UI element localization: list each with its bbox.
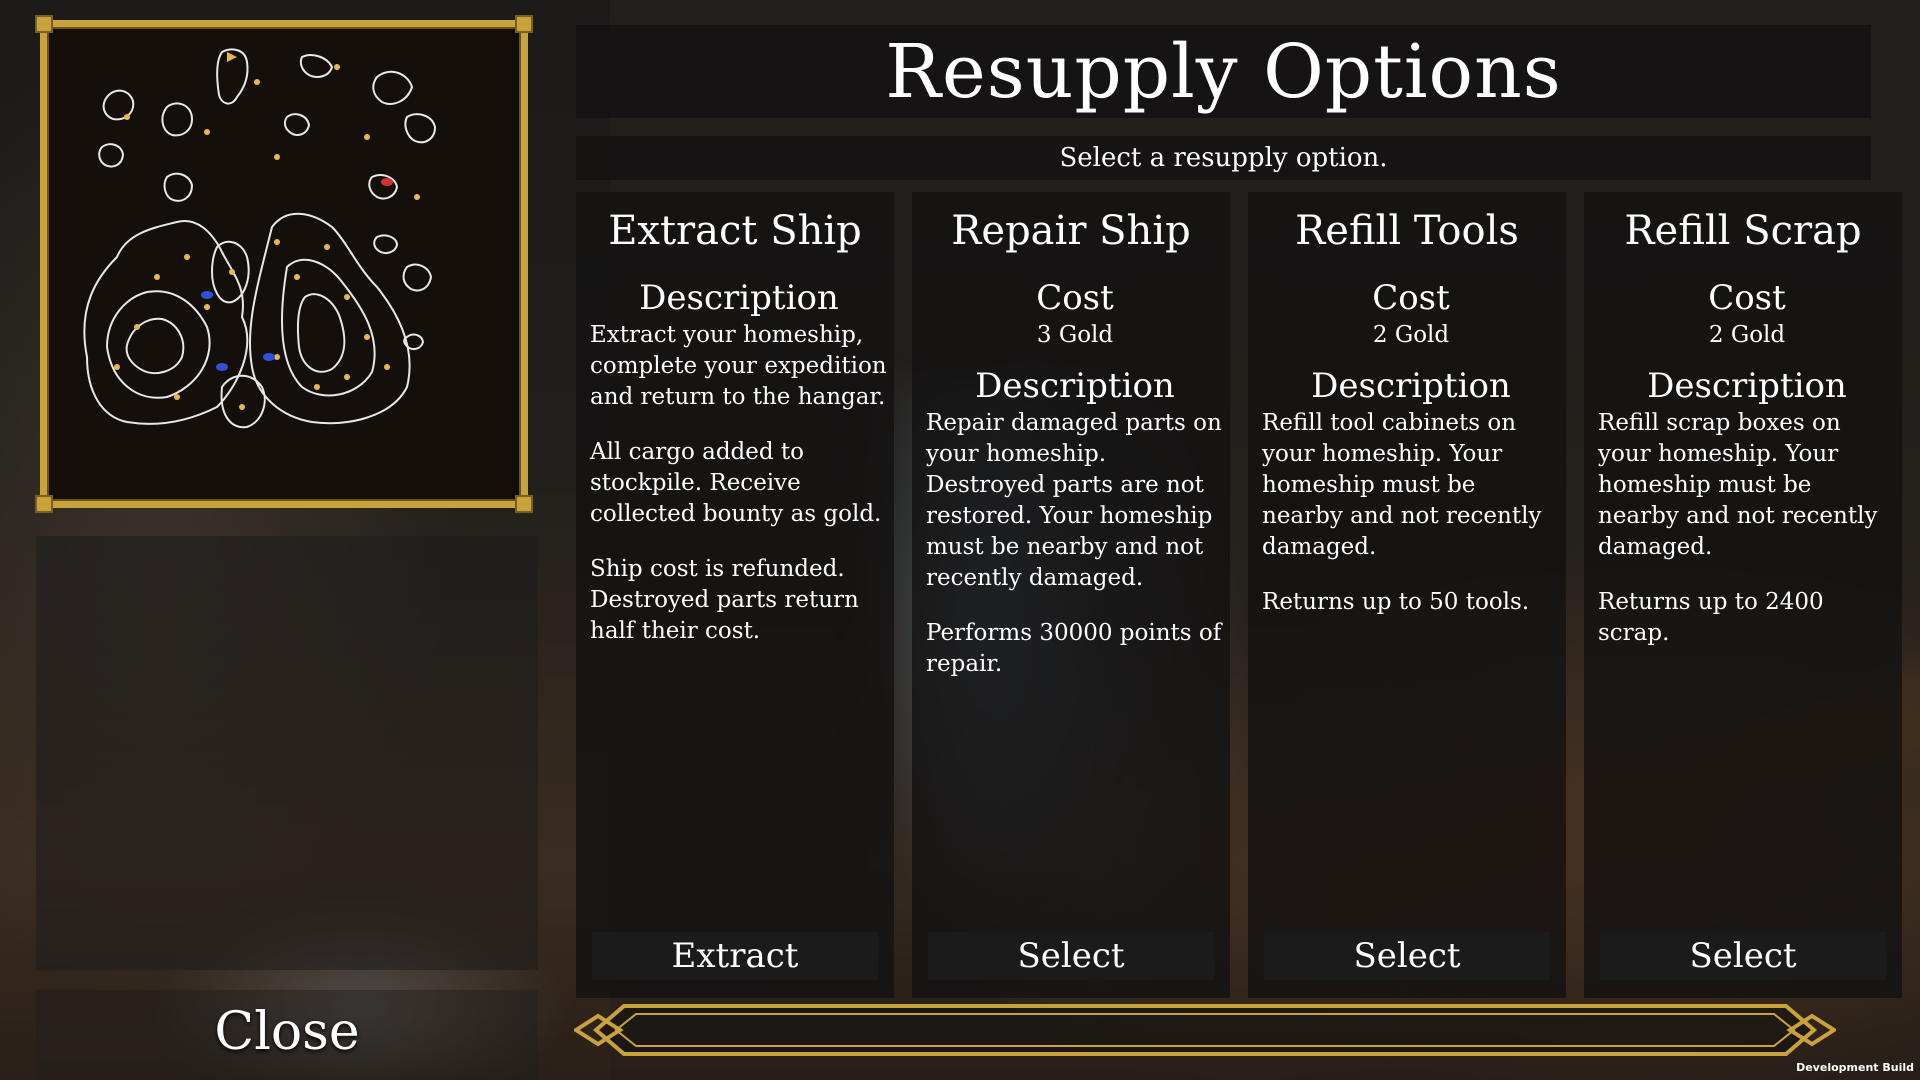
description-text: All cargo added to stockpile. Receive co… <box>590 439 882 527</box>
cost-heading: Cost <box>1036 278 1114 318</box>
option-title: Refill Tools <box>1295 208 1519 254</box>
option-card-repair-ship: Repair Ship Cost 3 Gold Description Repa… <box>912 192 1230 998</box>
left-info-panel <box>36 536 538 970</box>
description-text: Refill tool cabinets on your homeship. Y… <box>1262 410 1542 560</box>
option-body: Cost 3 Gold Description Repair damaged p… <box>926 278 1224 680</box>
world-map-icon <box>83 48 437 429</box>
extract-button[interactable]: Extract <box>592 932 878 980</box>
page-title: Resupply Options <box>885 28 1562 115</box>
option-title: Extract Ship <box>608 208 862 254</box>
description-text: Returns up to 2400 scrap. <box>1598 589 1824 646</box>
select-tools-button[interactable]: Select <box>1264 932 1550 980</box>
select-repair-button[interactable]: Select <box>928 932 1214 980</box>
description-heading: Description <box>1311 366 1511 406</box>
description-heading: Description <box>1647 366 1847 406</box>
option-title: Repair Ship <box>951 208 1191 254</box>
select-scrap-button[interactable]: Select <box>1600 932 1886 980</box>
option-title: Refill Scrap <box>1624 208 1862 254</box>
description-heading: Description <box>639 278 839 318</box>
cost-value: 2 Gold <box>1708 322 1786 348</box>
option-card-extract-ship: Extract Ship Description Extract your ho… <box>576 192 894 998</box>
subtitle: Select a resupply option. <box>576 136 1871 180</box>
cost-heading: Cost <box>1708 278 1786 318</box>
option-body: Cost 2 Gold Description Refill scrap box… <box>1598 278 1896 649</box>
world-map[interactable] <box>35 15 533 513</box>
description-text: Extract your homeship, complete your exp… <box>590 322 887 410</box>
description-text: Performs 30000 points of repair. <box>926 620 1222 677</box>
gold-ornament-bar <box>574 1004 1836 1056</box>
description-text: Returns up to 50 tools. <box>1262 589 1530 615</box>
close-button[interactable]: Close <box>36 990 538 1074</box>
cost-heading: Cost <box>1372 278 1450 318</box>
option-card-refill-tools: Refill Tools Cost 2 Gold Description Ref… <box>1248 192 1566 998</box>
cost-value: 3 Gold <box>1036 322 1114 348</box>
dev-build-label: Development Build <box>1796 1061 1914 1074</box>
description-text: Refill scrap boxes on your homeship. You… <box>1598 410 1878 560</box>
description-text: Ship cost is refunded. Destroyed parts r… <box>590 556 859 644</box>
description-text: Repair damaged parts on your homeship. D… <box>926 410 1222 591</box>
game-screen: Close Resupply Options Select a resupply… <box>0 0 1920 1080</box>
option-body: Description Extract your homeship, compl… <box>590 278 888 647</box>
option-card-refill-scrap: Refill Scrap Cost 2 Gold Description Ref… <box>1584 192 1902 998</box>
option-body: Cost 2 Gold Description Refill tool cabi… <box>1262 278 1560 618</box>
cost-value: 2 Gold <box>1372 322 1450 348</box>
description-heading: Description <box>975 366 1175 406</box>
